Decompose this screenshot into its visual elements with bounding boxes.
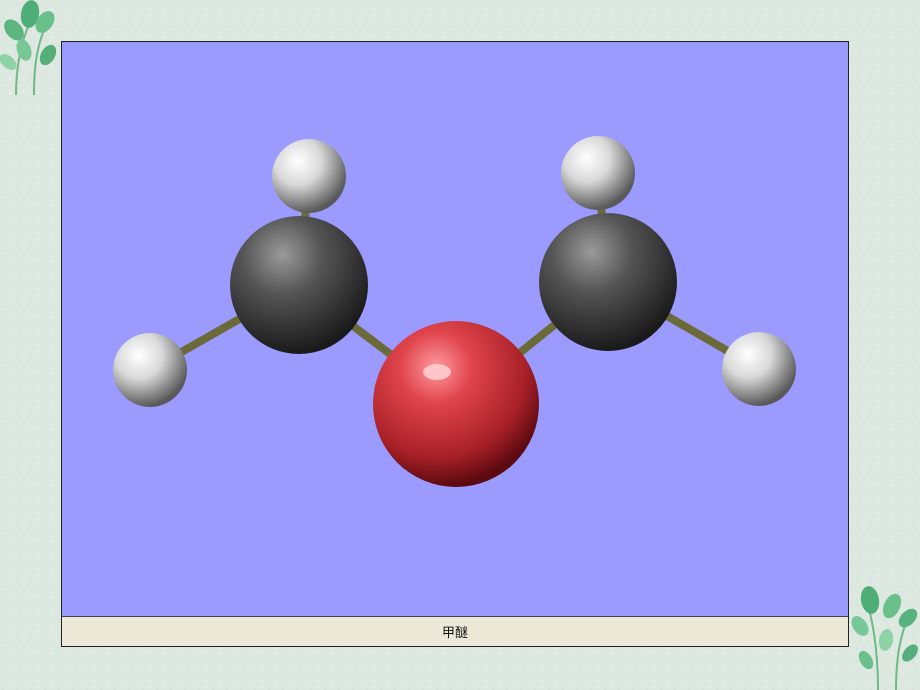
carbon-atom bbox=[539, 213, 677, 351]
molecule-canvas[interactable] bbox=[62, 42, 848, 616]
hydrogen-atom bbox=[272, 139, 346, 213]
hydrogen-atom bbox=[561, 136, 635, 210]
molecule-name-label: 甲醚 bbox=[441, 626, 468, 641]
hydrogen-atom bbox=[722, 332, 796, 406]
leaf-sprout-icon bbox=[851, 586, 918, 690]
carbon-atom bbox=[230, 216, 368, 354]
hydrogen-atom bbox=[113, 333, 187, 407]
oxygen-highlight bbox=[423, 364, 451, 380]
caption-bar: 甲醚 bbox=[62, 616, 848, 646]
molecule-viewer-window: 甲醚 bbox=[61, 41, 849, 647]
oxygen-atom bbox=[373, 321, 539, 487]
leaf-sprout-icon bbox=[0, 0, 57, 96]
